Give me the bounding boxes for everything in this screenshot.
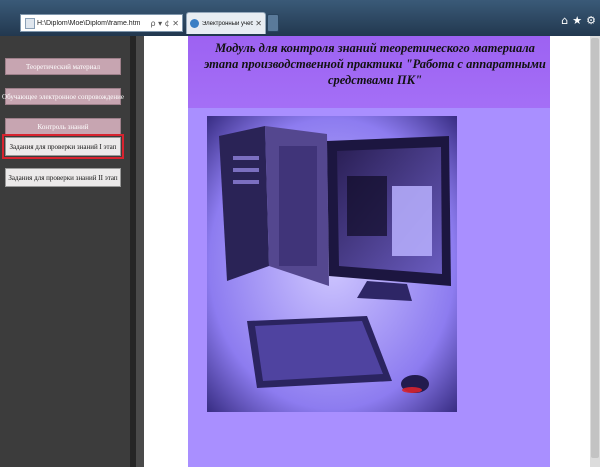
- sidebar-item-e-support[interactable]: Обучающее электронное сопровождение: [2, 88, 124, 105]
- pc-tower: [219, 126, 269, 281]
- tab-close-icon[interactable]: ✕: [255, 19, 262, 28]
- tab-title: Электронный учебник по ...: [202, 20, 254, 27]
- computer-photo: [207, 116, 457, 412]
- sidebar-item-theory[interactable]: Теоретический материал: [5, 58, 121, 75]
- scrollbar-thumb[interactable]: [591, 38, 599, 458]
- vertical-scrollbar[interactable]: [590, 36, 600, 467]
- sidebar-item-knowledge-control[interactable]: Контроль знаний: [5, 118, 121, 135]
- home-icon[interactable]: ⌂: [561, 14, 568, 28]
- page-icon: [25, 17, 35, 29]
- address-controls[interactable]: ρ ▾ ¢ ✕: [150, 19, 179, 28]
- page-title: Модуль для контроля знаний теоретическог…: [204, 41, 546, 87]
- sidebar-item-tasks-stage-1[interactable]: Задания для проверки знаний I этап: [2, 134, 124, 159]
- favorites-icon[interactable]: ★: [572, 14, 582, 28]
- browser-tab[interactable]: Электронный учебник по ... ✕: [186, 12, 266, 34]
- browser-toolbar: H:\Diplom\Moe\Diplom\frame.htm ρ ▾ ¢ ✕ Э…: [0, 0, 600, 36]
- address-bar[interactable]: H:\Diplom\Moe\Diplom\frame.htm ρ ▾ ¢ ✕: [20, 14, 183, 32]
- gear-icon[interactable]: ⚙: [586, 14, 596, 28]
- sidebar-item-tasks-stage-2[interactable]: Задания для проверки знаний II этап: [5, 168, 121, 187]
- ie-icon: [190, 19, 199, 28]
- address-url[interactable]: H:\Diplom\Moe\Diplom\frame.htm: [37, 20, 150, 27]
- new-tab-button[interactable]: [267, 14, 279, 32]
- browser-tools: ⌂ ★ ⚙: [561, 14, 596, 28]
- frame-border: [136, 36, 144, 467]
